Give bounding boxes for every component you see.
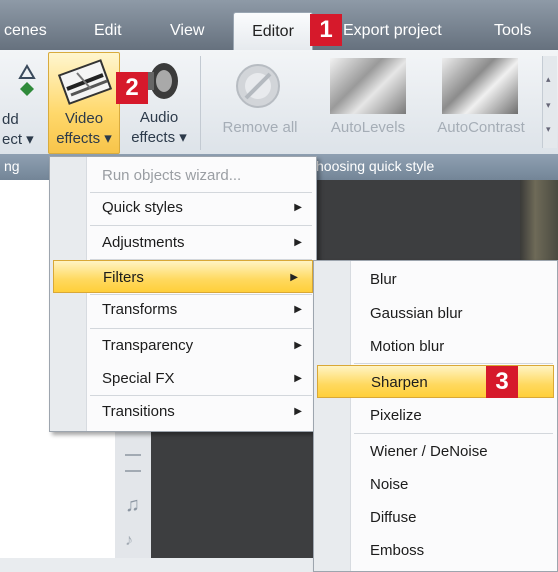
add-object-icon [14,64,40,103]
ribbon-divider [200,56,201,150]
filter-item-emboss[interactable]: Emboss [314,534,557,567]
add-object-label-1: dd [2,111,19,128]
step-badge-1: 1 [310,14,342,46]
remove-all-icon [234,62,282,115]
submenu-arrow-icon: ▶ [294,202,302,213]
filter-item-blur[interactable]: Blur [314,263,557,296]
audio-effects-label-2: effects ▾ [131,129,187,146]
menu-bar: cenes Edit View Editor Export project To… [0,0,558,50]
video-effects-menu: Run objects wizard... Quick styles ▶ Adj… [49,156,317,432]
ribbon: dd ect ▾ Video effects ▾ Audio effects ▾… [0,50,558,155]
autolevels-button[interactable]: AutoLevels [318,52,418,152]
step-badge-2: 2 [116,72,148,104]
autocontrast-thumbnail-icon [442,58,518,114]
gallery-down-icon[interactable]: ▾ [546,100,551,111]
tab-editor[interactable]: Editor [233,12,313,50]
menu-item-transitions[interactable]: Transitions ▶ [50,395,316,428]
submenu-arrow-icon: ▶ [294,340,302,351]
menu-item-label: Wiener / DeNoise [370,443,488,460]
menu-item-transparency[interactable]: Transparency ▶ [50,329,316,362]
menu-item-label: Sharpen [371,374,428,391]
menu-item-filters[interactable]: Filters ▶ [53,260,313,293]
text-lines-icon[interactable] [125,454,141,472]
menu-item-label: Special FX [102,370,175,387]
filter-item-motion-blur[interactable]: Motion blur [314,330,557,363]
video-effects-label-1: Video [64,110,104,127]
menu-item-label: Adjustments [102,234,185,251]
menu-item-label: Transparency [102,337,194,354]
ribbon-group-label-right: hoosing quick style [316,158,435,174]
filter-item-wiener-denoise[interactable]: Wiener / DeNoise [314,435,557,468]
menu-item-transforms[interactable]: Transforms ▶ [50,293,316,326]
menu-item-label: Transforms [102,301,178,318]
menu-item-label: Noise [370,476,409,493]
menu-separator [354,433,553,434]
submenu-arrow-icon: ▶ [294,406,302,417]
tab-edit[interactable]: Edit [94,12,122,50]
menu-item-quick-styles[interactable]: Quick styles ▶ [50,191,316,224]
submenu-arrow-icon: ▶ [294,373,302,384]
autolevels-thumbnail-icon [330,58,406,114]
audio-effects-label-1: Audio [139,109,179,126]
add-object-label-2: ect ▾ [2,131,34,148]
menu-item-adjustments[interactable]: Adjustments ▶ [50,226,316,259]
tab-tools[interactable]: Tools [494,12,531,50]
video-effects-button[interactable]: Video effects ▾ [48,52,120,154]
tab-view[interactable]: View [170,12,204,50]
menu-item-label: Pixelize [370,407,422,424]
audio-icon[interactable]: ♪ [125,532,133,550]
menu-item-label: Motion blur [370,338,445,355]
menu-item-special-fx[interactable]: Special FX ▶ [50,362,316,395]
filters-submenu: Blur Gaussian blur Motion blur Sharpen P… [313,260,558,572]
ribbon-group-label-left: ng [4,158,20,174]
menu-item-run-objects-wizard: Run objects wizard... [50,159,316,192]
filter-item-diffuse[interactable]: Diffuse [314,501,557,534]
gallery-more-icon[interactable]: ▾ [546,124,551,135]
menu-item-label: Quick styles [102,199,183,216]
filter-item-noise[interactable]: Noise [314,468,557,501]
video-effects-label-2: effects ▾ [56,130,112,147]
gallery-up-icon[interactable]: ▴ [546,74,551,85]
menu-item-label: Filters [103,269,144,286]
autolevels-label: AutoLevels [330,119,406,136]
remove-all-label: Remove all [222,119,298,136]
step-badge-3: 3 [486,366,518,398]
tab-scenes[interactable]: cenes [4,12,47,50]
menu-item-label: Blur [370,271,397,288]
add-object-button[interactable]: dd ect ▾ [0,110,38,150]
menu-item-label: Run objects wizard... [102,167,242,184]
menu-item-label: Gaussian blur [370,305,463,322]
menu-separator [354,363,553,364]
filter-item-gaussian-blur[interactable]: Gaussian blur [314,297,557,330]
submenu-arrow-icon: ▶ [294,304,302,315]
tab-export-project[interactable]: Export project [343,12,442,50]
menu-item-label: Diffuse [370,509,417,526]
menu-item-label: Transitions [102,403,175,420]
submenu-arrow-icon: ▶ [294,237,302,248]
remove-all-button[interactable]: Remove all [212,52,308,152]
filter-item-sharpen[interactable]: Sharpen [317,365,554,398]
gallery-scrollbar[interactable]: ▴ ▾ ▾ [542,56,557,148]
video-effects-icon [57,59,113,110]
submenu-arrow-icon: ▶ [290,272,298,283]
menu-item-label: Emboss [370,542,425,559]
music-note-icon[interactable]: ♫ [125,494,140,517]
autocontrast-label: AutoContrast [437,119,525,136]
filter-item-pixelize[interactable]: Pixelize [314,399,557,432]
object-toolbar: ♫ ♪ [115,420,151,558]
autocontrast-button[interactable]: AutoContrast [426,52,536,152]
